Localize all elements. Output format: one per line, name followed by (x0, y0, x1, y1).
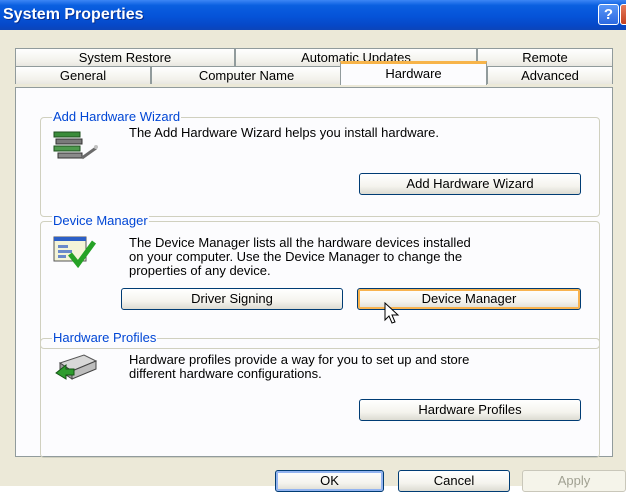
description-line: Hardware profiles provide a way for you … (129, 352, 470, 367)
title-bar: System Properties ? ✕ (0, 0, 626, 30)
close-button[interactable]: ✕ (620, 4, 626, 25)
group-label: Device Manager (52, 213, 149, 228)
window-title: System Properties (3, 6, 144, 23)
add-hardware-wizard-button[interactable]: Add Hardware Wizard (359, 173, 581, 195)
apply-button[interactable]: Apply (522, 470, 626, 492)
mouse-pointer-icon (384, 301, 402, 329)
group-label: Add Hardware Wizard (52, 109, 182, 124)
dialog-body: System Restore Automatic Updates Remote … (0, 30, 626, 492)
device-manager-description: The Device Manager lists all the hardwar… (129, 236, 471, 278)
tab-system-restore[interactable]: System Restore (15, 48, 235, 66)
add-hardware-wizard-icon (52, 130, 98, 165)
hardware-profiles-button[interactable]: Hardware Profiles (359, 399, 581, 421)
add-hardware-description: The Add Hardware Wizard helps you instal… (129, 125, 439, 140)
description-line: properties of any device. (129, 263, 271, 278)
device-manager-icon (52, 234, 98, 271)
tab-advanced[interactable]: Advanced (487, 66, 613, 84)
group-label: Hardware Profiles (52, 330, 158, 345)
ok-button[interactable]: OK (275, 470, 384, 492)
description-line: on your computer. Use the Device Manager… (129, 249, 463, 264)
hardware-profiles-description: Hardware profiles provide a way for you … (129, 353, 469, 381)
cancel-button[interactable]: Cancel (398, 470, 510, 492)
hardware-profiles-icon (54, 351, 98, 384)
driver-signing-button[interactable]: Driver Signing (121, 288, 343, 310)
tab-hardware[interactable]: Hardware (340, 61, 487, 85)
tab-remote[interactable]: Remote (477, 48, 613, 66)
tab-computer-name[interactable]: Computer Name (151, 66, 342, 84)
description-line: The Device Manager lists all the hardwar… (129, 235, 471, 250)
help-button[interactable]: ? (598, 4, 619, 25)
description-line: different hardware configurations. (129, 366, 322, 381)
tab-general[interactable]: General (15, 66, 151, 84)
